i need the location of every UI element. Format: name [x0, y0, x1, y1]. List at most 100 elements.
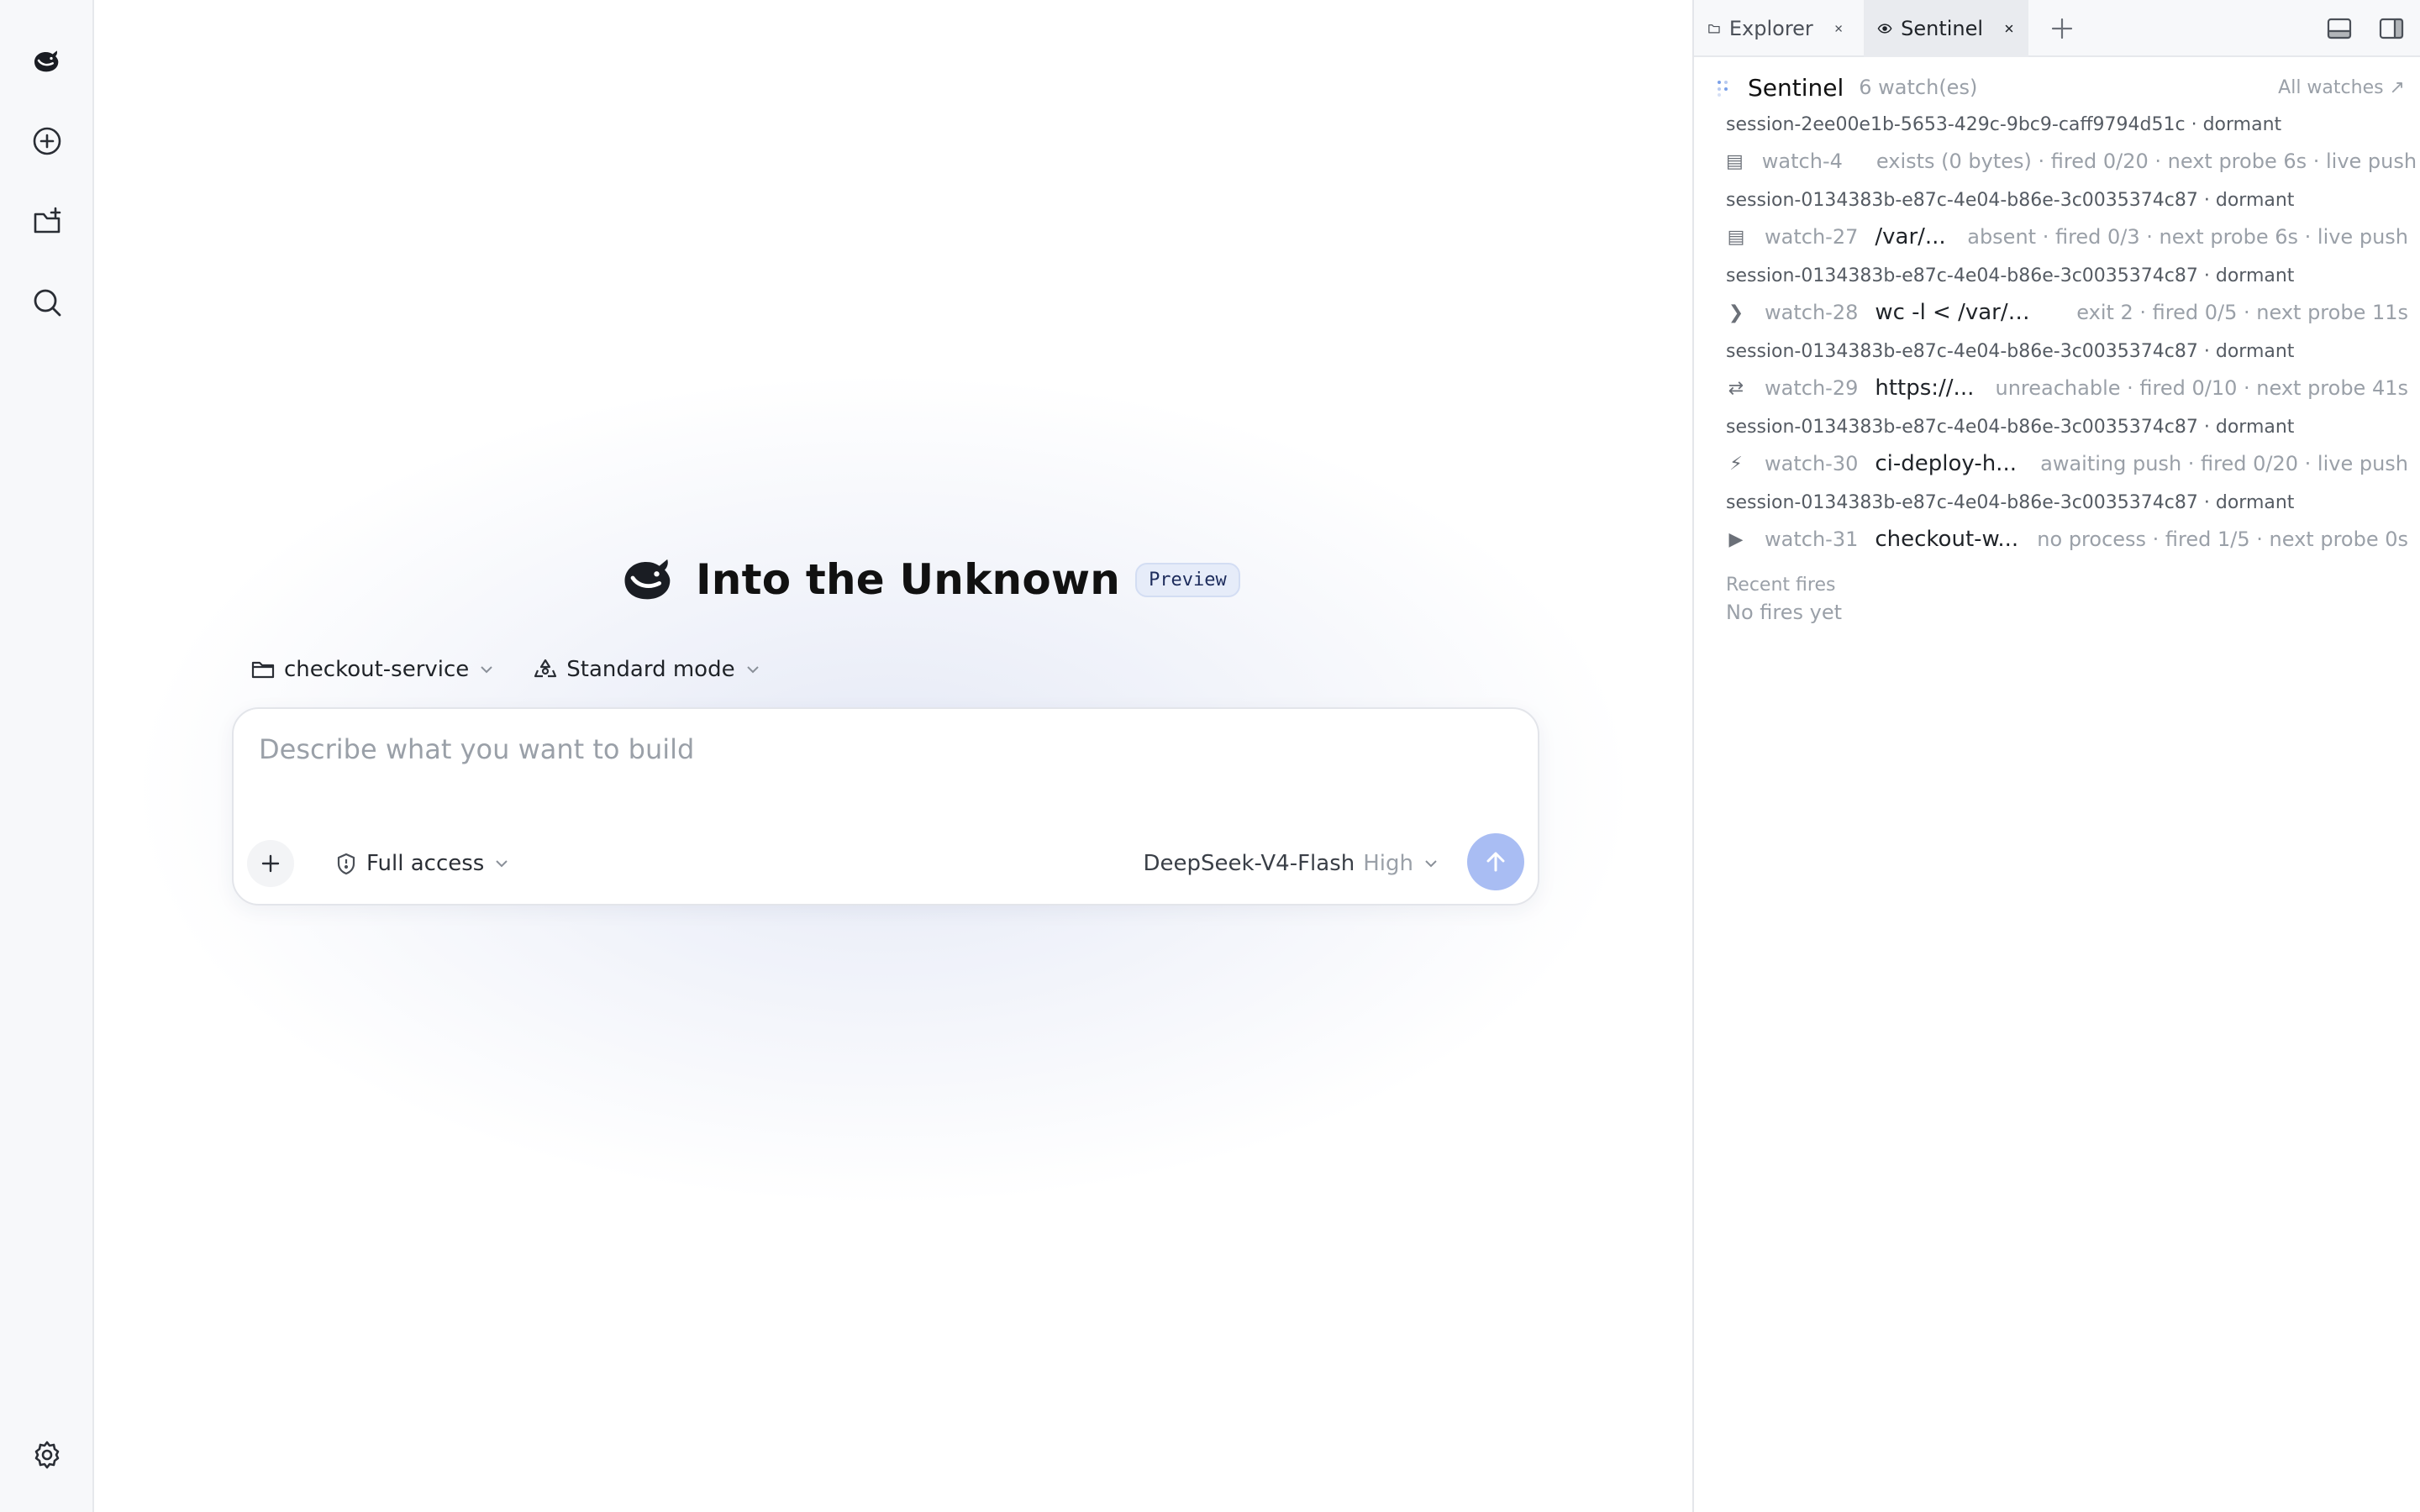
watch-status: unreachable · fired 0/10 · next probe 41… [1995, 376, 2409, 400]
watch-session: session-0134383b-e87c-4e04-b86e-3c003537… [1726, 492, 2295, 513]
watch-item[interactable]: session-0134383b-e87c-4e04-b86e-3c003537… [1714, 265, 2417, 341]
tab-label: Sentinel [1901, 17, 1984, 40]
watch-id: watch-31 [1765, 528, 1859, 551]
panel-bottom-icon[interactable] [2324, 13, 2354, 44]
folder-icon [1708, 24, 1720, 34]
watch-session: session-0134383b-e87c-4e04-b86e-3c003537… [1726, 190, 2295, 211]
watch-row: ▤ watch-4 exists (0 bytes) · fired 0/20 … [1726, 144, 2417, 178]
model-label: DeepSeek-V4-Flash [1143, 851, 1355, 876]
watch-target: ci-deploy-h... [1875, 451, 2017, 476]
sentinel-title: Sentinel [1748, 73, 1844, 102]
effort-label: High [1363, 851, 1413, 876]
settings-button[interactable] [24, 1431, 71, 1478]
terminal-icon: ❯ [1728, 302, 1744, 323]
context-selectors: checkout-service Standard mode [250, 650, 762, 689]
gear-icon [34, 1441, 60, 1469]
play-icon: ▶ [1728, 528, 1744, 550]
project-label: checkout-service [284, 657, 470, 682]
chevron-down-icon [481, 666, 493, 674]
add-tab-icon[interactable] [2047, 13, 2077, 44]
bolt-icon: ⚡ [1729, 453, 1743, 475]
watch-status: no process · fired 1/5 · next probe 0s [2037, 528, 2408, 551]
file-icon: ▤ [1726, 150, 1744, 172]
prompt-composer: Full access DeepSeek-V4-Flash High [232, 707, 1539, 906]
watch-target: https://... [1875, 375, 1975, 401]
panel-tabbar: Explorer Sentinel [1694, 0, 2420, 57]
watch-row: ⇄ watch-29 https://... unreachable · fir… [1726, 371, 2412, 405]
close-icon[interactable] [1833, 20, 1844, 37]
tab-sentinel[interactable]: Sentinel [1864, 0, 2028, 57]
chevron-down-icon [1425, 860, 1437, 868]
eye-icon [1877, 24, 1892, 34]
watch-status: awaiting push · fired 0/20 · live push [2040, 452, 2408, 475]
search-button[interactable] [24, 279, 71, 326]
watch-id: watch-4 [1761, 150, 1843, 173]
watch-session: session-0134383b-e87c-4e04-b86e-3c003537… [1726, 341, 2295, 362]
watch-id: watch-27 [1765, 225, 1859, 249]
arrow-up-icon [1486, 852, 1505, 872]
hero-logo [617, 551, 681, 608]
search-icon [34, 289, 61, 317]
watch-status: exists (0 bytes) · fired 0/20 · next pro… [1876, 150, 2417, 173]
tab-label: Explorer [1728, 17, 1813, 40]
mode-selector[interactable]: Standard mode [533, 657, 761, 682]
project-selector[interactable]: checkout-service [250, 657, 496, 682]
new-project-button[interactable] [24, 198, 71, 245]
watch-row: ▶ watch-31 checkout-w... no process · fi… [1726, 522, 2412, 556]
new-chat-button[interactable] [24, 118, 71, 165]
watch-item[interactable]: session-0134383b-e87c-4e04-b86e-3c003537… [1714, 190, 2417, 265]
model-selector[interactable]: DeepSeek-V4-Flash High [1143, 847, 1440, 880]
all-watches-link[interactable]: All watches ↗ [2278, 77, 2405, 98]
send-button[interactable] [1467, 833, 1524, 890]
watch-item[interactable]: session-0134383b-e87c-4e04-b86e-3c003537… [1714, 341, 2417, 417]
sentinel-header: Sentinel 6 watch(es) All watches ↗ [1714, 71, 2417, 104]
recent-fires-empty: No fires yet [1726, 601, 1842, 624]
watch-item[interactable]: session-2ee00e1b-5653-429c-9bc9-caff9794… [1714, 114, 2417, 190]
watch-status: absent · fired 0/3 · next probe 6s · liv… [1967, 225, 2408, 249]
new-chat-icon [33, 127, 61, 155]
sentinel-dots-icon [1718, 81, 1728, 97]
close-icon[interactable] [2003, 20, 2015, 37]
access-selector[interactable]: Full access [334, 847, 511, 880]
recent-fires-title: Recent fires [1726, 575, 1836, 596]
watch-status: exit 2 · fired 0/5 · next probe 11s [2076, 301, 2408, 324]
watch-session: session-0134383b-e87c-4e04-b86e-3c003537… [1726, 265, 2295, 286]
folder-icon [251, 661, 275, 679]
left-rail [0, 0, 94, 1512]
hero: Into the Unknown Preview [617, 549, 1240, 610]
network-icon: ⇄ [1728, 377, 1744, 399]
watch-row: ❯ watch-28 wc -l < /var/lo... exit 2 · f… [1726, 296, 2412, 329]
watch-target: checkout-w... [1875, 527, 2019, 552]
file-icon: ▤ [1727, 226, 1745, 248]
new-project-icon [34, 207, 61, 234]
deepseek-whale-icon [34, 50, 59, 72]
watch-session: session-2ee00e1b-5653-429c-9bc9-caff9794… [1726, 114, 2282, 135]
right-panel: Explorer Sentinel Sentinel 6 watch(es) A… [1692, 0, 2420, 1512]
app-logo[interactable] [24, 37, 71, 84]
watch-id: watch-30 [1765, 452, 1859, 475]
page-title: Into the Unknown [696, 555, 1121, 604]
watch-row: ⚡ watch-30 ci-deploy-h... awaiting push … [1726, 447, 2412, 480]
watch-session: session-0134383b-e87c-4e04-b86e-3c003537… [1726, 417, 2295, 438]
watch-target: /var/... [1875, 224, 1946, 249]
access-label: Full access [366, 851, 485, 876]
watch-id: watch-28 [1765, 301, 1859, 324]
shield-icon [337, 853, 355, 875]
preview-badge: Preview [1135, 562, 1240, 597]
tab-explorer[interactable]: Explorer [1694, 0, 1857, 57]
chevron-down-icon [496, 860, 508, 868]
watch-item[interactable]: session-0134383b-e87c-4e04-b86e-3c003537… [1714, 492, 2417, 568]
watch-count: 6 watch(es) [1859, 76, 1978, 99]
plus-icon [261, 854, 280, 873]
watch-item[interactable]: session-0134383b-e87c-4e04-b86e-3c003537… [1714, 417, 2417, 492]
panel-right-icon[interactable] [2376, 13, 2407, 44]
chevron-down-icon [746, 666, 759, 674]
prompt-input[interactable] [259, 727, 1502, 771]
main-area: Into the Unknown Preview checkout-servic… [94, 0, 1692, 1512]
recycle-icon [534, 659, 557, 678]
recent-fires: Recent fires No fires yet [1726, 575, 1842, 624]
mode-label: Standard mode [566, 657, 735, 682]
watch-id: watch-29 [1765, 376, 1859, 400]
app-window: Into the Unknown Preview checkout-servic… [0, 0, 2420, 1512]
attach-button[interactable] [247, 840, 294, 887]
